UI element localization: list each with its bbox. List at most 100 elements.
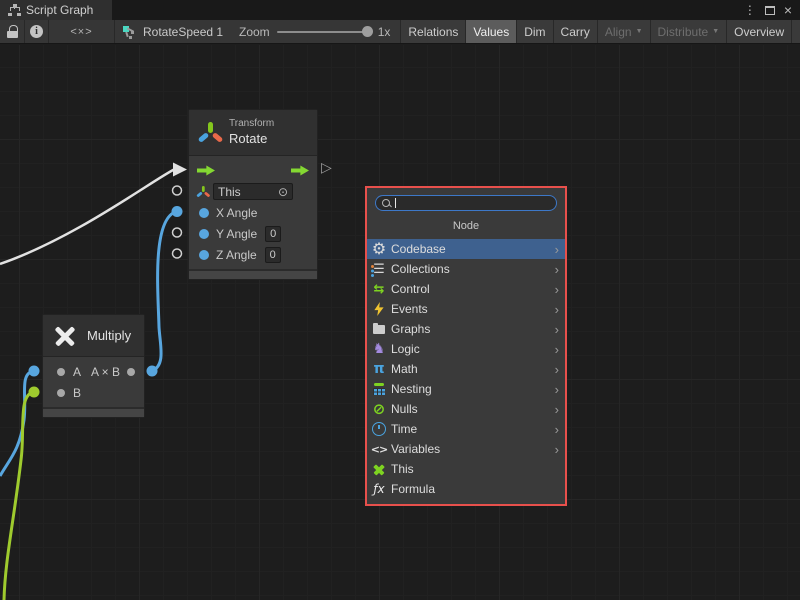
- port-xangle-dot[interactable]: [199, 208, 209, 218]
- port-a-dot[interactable]: [57, 368, 65, 376]
- x-angle-row: X Angle: [189, 202, 317, 223]
- finder-item-nesting[interactable]: Nesting›: [367, 379, 565, 399]
- graph-icon: [8, 4, 21, 16]
- toolbar-button-align: Align▼: [597, 20, 650, 43]
- graph-reference-label: RotateSpeed 1: [143, 25, 223, 39]
- zoom-slider-handle[interactable]: [362, 26, 373, 37]
- object-picker-icon[interactable]: ⊙: [278, 186, 288, 198]
- y-angle-value-field[interactable]: 0: [265, 226, 281, 242]
- lock-button[interactable]: [0, 20, 25, 43]
- wire-blue-multiply-to-xangle[interactable]: [152, 212, 176, 372]
- kebab-menu-icon[interactable]: ⋮: [744, 4, 756, 16]
- finder-item-label: Graphs: [391, 322, 430, 336]
- finder-item-label: Formula: [391, 482, 435, 496]
- finder-item-formula[interactable]: Formula: [367, 479, 565, 499]
- port-xangle-outer[interactable]: [172, 206, 183, 217]
- flow-in-arrow-icon[interactable]: [197, 165, 215, 177]
- info-button[interactable]: i: [25, 20, 49, 43]
- null-icon: [371, 401, 387, 417]
- port-b-dot[interactable]: [57, 389, 65, 397]
- port-zangle-outer[interactable]: [173, 249, 182, 258]
- port-this-outer[interactable]: [173, 186, 182, 195]
- wire-flow-white[interactable]: [0, 170, 174, 265]
- node-header: Transform Rotate: [189, 110, 317, 156]
- finder-item-graphs[interactable]: Graphs ›: [367, 319, 565, 339]
- nesting-icon: [371, 381, 387, 397]
- this-field[interactable]: This ⊙: [213, 183, 293, 200]
- finder-item-codebase[interactable]: Codebase›: [367, 239, 565, 259]
- result-label: A × B: [91, 365, 120, 379]
- node-footer: [189, 269, 317, 279]
- node-icon: [123, 25, 137, 39]
- chevron-right-icon: ›: [555, 323, 559, 336]
- x-angle-label: X Angle: [216, 206, 257, 220]
- finder-search-box[interactable]: [375, 195, 557, 211]
- port-b-outer[interactable]: [29, 387, 40, 398]
- move-icon: [371, 461, 387, 477]
- finder-item-math[interactable]: Math›: [367, 359, 565, 379]
- port-result-outer[interactable]: [147, 366, 158, 377]
- finder-item-events[interactable]: Events›: [367, 299, 565, 319]
- port-a-outer[interactable]: [29, 366, 40, 377]
- z-angle-value-field[interactable]: 0: [265, 247, 281, 263]
- port-result-dot[interactable]: [127, 368, 135, 376]
- wire-arrowhead: [173, 163, 187, 177]
- finder-search-input[interactable]: [399, 197, 551, 209]
- chevron-right-icon: ›: [555, 423, 559, 436]
- flow-row: [189, 160, 317, 181]
- zoom-slider[interactable]: [277, 31, 371, 33]
- graph-reference[interactable]: RotateSpeed 1: [115, 20, 225, 43]
- toolbar-button-label: Values: [473, 25, 509, 39]
- tab-script-graph[interactable]: Script Graph: [0, 0, 112, 20]
- flow-out-arrow-icon[interactable]: [291, 165, 309, 177]
- finder-item-label: Control: [391, 282, 430, 296]
- code-ports-label: <×>: [70, 26, 92, 38]
- node-title: Multiply: [87, 328, 131, 343]
- port-yangle-dot[interactable]: [199, 229, 209, 239]
- finder-item-label: Codebase: [391, 242, 446, 256]
- finder-item-label: Math: [391, 362, 418, 376]
- finder-item-variables[interactable]: Variables›: [367, 439, 565, 459]
- code-ports-button[interactable]: <×>: [49, 20, 115, 43]
- node-transform-rotate[interactable]: Transform Rotate This ⊙ X Angle: [188, 109, 318, 280]
- zoom-control: Zoom 1x: [225, 20, 398, 43]
- port-zangle-dot[interactable]: [199, 250, 209, 260]
- multiply-icon: [53, 324, 77, 348]
- finder-item-control[interactable]: Control ›: [367, 279, 565, 299]
- a-label: A: [73, 365, 81, 379]
- wire-blue-to-a[interactable]: [0, 371, 34, 476]
- b-row: B: [43, 382, 144, 403]
- this-row: This ⊙: [189, 181, 317, 202]
- finder-item-logic[interactable]: Logic›: [367, 339, 565, 359]
- toolbar-button-dim[interactable]: Dim: [516, 20, 552, 43]
- finder-item-time[interactable]: Time›: [367, 419, 565, 439]
- z-angle-label: Z Angle: [216, 248, 257, 262]
- toolbar-button-values[interactable]: Values: [465, 20, 516, 43]
- a-row: A A × B: [43, 361, 144, 382]
- toolbar-button-carry[interactable]: Carry: [553, 20, 597, 43]
- finder-item-collections[interactable]: Collections›: [367, 259, 565, 279]
- toolbar-button-overview[interactable]: Overview: [726, 20, 791, 43]
- close-icon[interactable]: ×: [784, 3, 792, 17]
- node-multiply[interactable]: Multiply A A × B B: [42, 314, 145, 418]
- toolbar-button-label: Overview: [734, 25, 784, 39]
- port-yangle-outer[interactable]: [173, 228, 182, 237]
- chevron-right-icon: ›: [555, 283, 559, 296]
- toolbar-button-full-screen[interactable]: Full Screen: [791, 20, 800, 43]
- finder-list: Codebase›Collections›Control›Events›Grap…: [367, 239, 565, 504]
- finder-item-label: Nesting: [391, 382, 432, 396]
- chevron-right-icon: ›: [555, 403, 559, 416]
- finder-item-this[interactable]: This: [367, 459, 565, 479]
- toolbar-button-relations[interactable]: Relations: [400, 20, 465, 43]
- wire-green-to-b[interactable]: [4, 392, 34, 600]
- node-footer: [43, 407, 144, 417]
- y-angle-row: Y Angle 0: [189, 223, 317, 244]
- node-header: Multiply: [43, 315, 144, 357]
- maximize-icon[interactable]: [765, 6, 775, 15]
- window-controls: ⋮ ×: [744, 0, 800, 20]
- finder-item-nulls[interactable]: Nulls›: [367, 399, 565, 419]
- toolbar-button-label: Carry: [561, 25, 590, 39]
- node-title: Rotate: [229, 131, 274, 147]
- finder-item-label: Events: [391, 302, 428, 316]
- graph-canvas[interactable]: Transform Rotate This ⊙ X Angle: [0, 45, 800, 600]
